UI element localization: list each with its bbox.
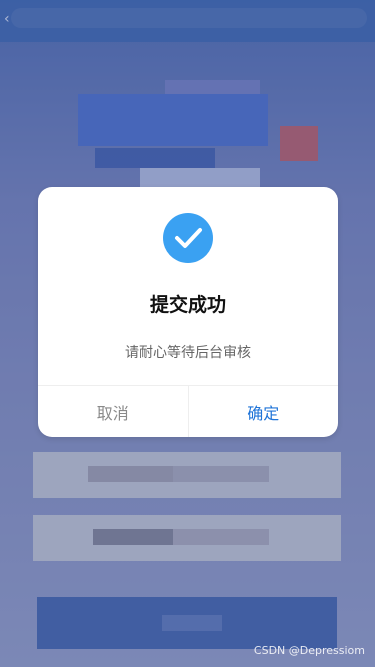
check-circle-icon [163,213,213,263]
watermark: CSDN @Depressiom [253,644,365,657]
dialog-title: 提交成功 [149,294,226,316]
success-dialog: 提交成功 请耐心等待后台审核 取消 确定 [38,187,338,437]
dialog-button-row: 取消 确定 [38,385,338,437]
confirm-button[interactable]: 确定 [189,386,339,437]
cancel-button[interactable]: 取消 [38,386,189,437]
dialog-message: 请耐心等待后台审核 [125,345,251,361]
